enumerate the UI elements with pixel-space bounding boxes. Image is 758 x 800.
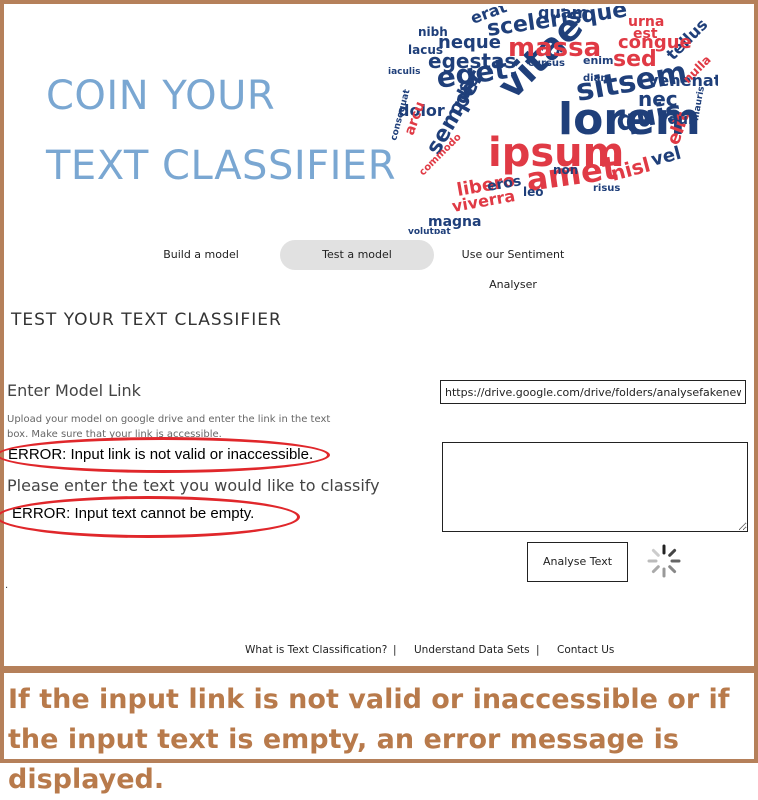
footer-link-data-sets[interactable]: Understand Data Sets bbox=[414, 644, 530, 656]
footer-separator: | bbox=[393, 644, 397, 656]
section-title: TEST YOUR TEXT CLASSIFIER bbox=[11, 310, 282, 330]
cloud-word: quam bbox=[538, 6, 588, 22]
cloud-word: volutpat bbox=[408, 227, 451, 234]
footer-separator: | bbox=[536, 644, 540, 656]
nav-bar: Build a model Test a model Use our Senti… bbox=[0, 240, 758, 291]
app-title: COIN YOUR TEXT CLASSIFIER bbox=[46, 62, 396, 200]
caption-text: If the input link is not valid or inacce… bbox=[8, 684, 730, 795]
nav-build-model[interactable]: Build a model bbox=[155, 240, 247, 270]
cloud-word: lacus bbox=[408, 43, 443, 57]
model-link-label: Enter Model Link bbox=[7, 381, 141, 400]
stray-dot: . bbox=[5, 580, 9, 591]
footer-link-contact[interactable]: Contact Us bbox=[557, 644, 614, 656]
cloud-word: risus bbox=[593, 183, 620, 194]
cloud-word: dui bbox=[668, 112, 693, 128]
loading-spinner-icon bbox=[647, 544, 681, 578]
footer: What is Text Classification? | Understan… bbox=[0, 644, 758, 660]
model-link-input[interactable] bbox=[440, 380, 746, 404]
cloud-word: est bbox=[633, 26, 658, 42]
text-input-label: Please enter the text you would like to … bbox=[7, 476, 380, 495]
footer-link-what-is[interactable]: What is Text Classification? bbox=[245, 644, 387, 656]
error-link-highlight bbox=[0, 437, 330, 473]
cloud-word: leo bbox=[523, 185, 544, 199]
error-text-highlight bbox=[0, 496, 300, 538]
analyse-text-button[interactable]: Analyse Text bbox=[527, 542, 628, 582]
word-cloud: loremipsumametsitsemquiseget.vitaemassas… bbox=[388, 6, 718, 234]
nav-sentiment-analyser[interactable]: Use our Sentiment Analyser bbox=[440, 240, 586, 291]
app-title-line1: COIN YOUR bbox=[46, 73, 276, 119]
cloud-word: nec bbox=[638, 87, 678, 111]
cloud-word: nibh bbox=[418, 25, 448, 39]
nav-test-model[interactable]: Test a model bbox=[280, 240, 434, 270]
app-title-line2: TEXT CLASSIFIER bbox=[46, 143, 396, 189]
cloud-word: enim bbox=[583, 54, 614, 67]
cloud-word: non bbox=[553, 163, 578, 177]
cloud-word: diam bbox=[583, 73, 611, 84]
cloud-word: iaculis bbox=[388, 67, 420, 77]
classify-text-area[interactable] bbox=[442, 442, 748, 532]
cloud-word: cursus bbox=[528, 58, 565, 69]
